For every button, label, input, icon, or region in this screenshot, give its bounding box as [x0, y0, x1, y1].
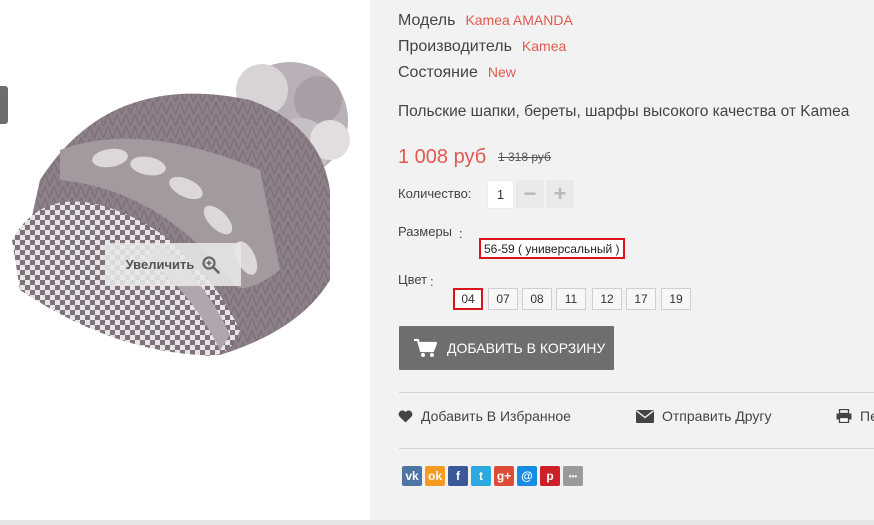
cart-icon — [414, 338, 437, 357]
add-to-favorites-link[interactable]: Добавить В Избранное — [398, 408, 571, 424]
color-label-text: Цвет — [398, 272, 428, 287]
vk-icon[interactable]: vk — [402, 466, 422, 486]
product-image[interactable] — [0, 30, 370, 370]
quantity-label: Количество: — [398, 186, 472, 201]
add-to-favorites-label: Добавить В Избранное — [421, 408, 571, 424]
attribute-label: Состояние — [398, 64, 478, 81]
quantity-decrease-button[interactable]: − — [516, 180, 544, 208]
add-to-cart-label: ДОБАВИТЬ В КОРЗИНУ — [447, 340, 606, 356]
color-swatch-12[interactable]: 12 — [592, 288, 622, 310]
old-price: 1 318 руб — [498, 150, 551, 164]
envelope-icon — [636, 409, 654, 423]
twitter-icon[interactable]: t — [471, 466, 491, 486]
divider — [399, 392, 874, 393]
send-to-friend-link[interactable]: Отправить Другу — [636, 408, 772, 424]
color-swatch-11[interactable]: 11 — [556, 288, 586, 310]
color-label-colon: : — [430, 274, 434, 289]
attribute-condition: Состояние New — [398, 64, 516, 82]
printer-icon — [836, 409, 852, 423]
more-icon[interactable]: ••• — [563, 466, 583, 486]
product-description: Польские шапки, береты, шарфы высокого к… — [398, 103, 850, 120]
page-bottom-strip — [0, 520, 874, 525]
color-label: Цвет : — [398, 272, 434, 289]
divider — [399, 448, 874, 449]
zoom-button[interactable]: Увеличить — [105, 243, 241, 286]
manufacturer-value-link[interactable]: Kamea — [522, 38, 566, 54]
facebook-icon[interactable]: f — [448, 466, 468, 486]
quantity-input[interactable]: 1 — [487, 180, 514, 209]
odnoklassniki-icon[interactable]: ok — [425, 466, 445, 486]
attribute-manufacturer: Производитель Kamea — [398, 38, 566, 56]
quantity-increase-button[interactable]: + — [546, 180, 574, 208]
sizes-label: Размеры : — [398, 224, 463, 241]
mail-icon[interactable]: @ — [517, 466, 537, 486]
condition-value: New — [487, 64, 516, 80]
color-swatch-08[interactable]: 08 — [522, 288, 552, 310]
product-details: Модель Kamea AMANDA Производитель Kamea Со… — [370, 0, 874, 520]
color-swatch-17[interactable]: 17 — [626, 288, 656, 310]
attribute-label: Модель — [398, 12, 456, 29]
add-to-cart-button[interactable]: ДОБАВИТЬ В КОРЗИНУ — [399, 326, 614, 370]
attribute-label: Производитель — [398, 38, 512, 55]
print-link[interactable]: Пе — [836, 408, 874, 424]
heart-icon — [398, 409, 413, 422]
attribute-model: Модель Kamea AMANDA — [398, 12, 573, 30]
print-label: Пе — [860, 408, 874, 424]
current-price: 1 008 руб — [398, 146, 487, 168]
sizes-label-text: Размеры — [398, 224, 453, 239]
size-option-selected[interactable]: 56-59 ( универсальный ) — [479, 238, 625, 259]
color-swatch-19[interactable]: 19 — [661, 288, 691, 310]
send-to-friend-label: Отправить Другу — [662, 408, 772, 424]
zoom-magnifier-icon — [202, 255, 221, 274]
pinterest-icon[interactable]: p — [540, 466, 560, 486]
product-image-pane: Увеличить — [0, 0, 370, 520]
sizes-label-colon: : — [459, 226, 463, 241]
color-swatch-04[interactable]: 04 — [453, 288, 483, 310]
zoom-label: Увеличить — [125, 257, 195, 272]
model-value-link[interactable]: Kamea AMANDA — [465, 12, 572, 28]
google-plus-icon[interactable]: g+ — [494, 466, 514, 486]
color-swatch-07[interactable]: 07 — [488, 288, 518, 310]
